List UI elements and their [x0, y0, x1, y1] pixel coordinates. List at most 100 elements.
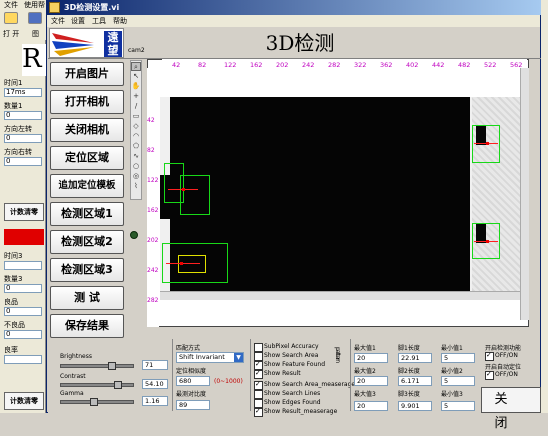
- menu-settings[interactable]: 设置: [71, 16, 85, 26]
- crosshair-icon[interactable]: +: [131, 92, 141, 101]
- x-ruler-tick: 362: [380, 61, 392, 68]
- y-ruler-tick: 202: [147, 237, 159, 244]
- x-ruler-tick: 282: [328, 61, 340, 68]
- chevron-down-icon[interactable]: ▼: [234, 353, 243, 362]
- yield-value: [4, 355, 42, 364]
- detect-region2-button[interactable]: 检测区域2: [50, 230, 124, 254]
- gamma-field[interactable]: 1.16: [142, 396, 168, 406]
- company-logo: 遠望: [49, 28, 124, 58]
- y-ruler-tick: 122: [147, 177, 159, 184]
- rect-icon[interactable]: ▭: [131, 112, 141, 121]
- open-image-button[interactable]: 开启图片: [50, 62, 124, 86]
- background-right-edge: [541, 8, 548, 413]
- camera-image[interactable]: [160, 97, 520, 295]
- bg-menu-file[interactable]: 文件: [4, 0, 18, 10]
- gamma-knob[interactable]: [90, 398, 98, 406]
- rotated-rect-icon[interactable]: ◇: [131, 122, 141, 131]
- reset-count-button[interactable]: 计数清零: [4, 203, 44, 221]
- broken-line-icon[interactable]: ⌇: [131, 182, 141, 191]
- close-camera-button[interactable]: 关闭相机: [50, 118, 124, 142]
- show-result-measure-checkbox[interactable]: Show Result_measerage: [254, 407, 337, 417]
- freehand-icon[interactable]: ∿: [131, 152, 141, 161]
- x-ruler-tick: 162: [250, 61, 262, 68]
- max1-field[interactable]: 20: [354, 353, 388, 363]
- polygon-icon[interactable]: ⬠: [131, 142, 141, 151]
- dialog-title-bar[interactable]: 3D检测设置.vi: [46, 0, 541, 15]
- x-ruler-tick: 402: [406, 61, 418, 68]
- image-hscrollbar[interactable]: [160, 291, 520, 300]
- min1-field[interactable]: 5: [441, 353, 475, 363]
- panel-divider-2: [250, 339, 251, 411]
- brightness-knob[interactable]: [108, 362, 116, 370]
- oval-icon[interactable]: ○: [131, 162, 141, 171]
- save-result-button[interactable]: 保存结果: [50, 314, 124, 338]
- brightness-label: Brightness: [60, 353, 92, 360]
- show-edges-found-checkbox[interactable]: Show Edges Found: [254, 399, 321, 408]
- brightness-field[interactable]: 71: [142, 360, 168, 370]
- x-ruler-tick: 82: [198, 61, 206, 68]
- vi-icon: [49, 2, 60, 13]
- contrast-field[interactable]: 54.10: [142, 379, 168, 389]
- x-ruler-tick: 122: [224, 61, 236, 68]
- status-led: [130, 231, 138, 239]
- open-icon[interactable]: [4, 12, 18, 24]
- min2-label: 最小值2: [441, 368, 463, 375]
- count3-label: 数量3: [4, 275, 23, 283]
- show-feature-found-checkbox[interactable]: Show Feature Found: [254, 360, 325, 370]
- max1-label: 最大值1: [354, 345, 376, 352]
- min-contrast-field[interactable]: 89: [176, 400, 210, 410]
- zoom-icon[interactable]: ⌕: [131, 62, 141, 71]
- image-vscrollbar[interactable]: [520, 68, 529, 320]
- min2-field[interactable]: 5: [441, 376, 475, 386]
- open-camera-button[interactable]: 打开相机: [50, 90, 124, 114]
- bg-menu-help[interactable]: 使用帮: [24, 0, 45, 10]
- roi-measure-line-3: [166, 263, 200, 264]
- add-locate-template-button[interactable]: 追加定位模板: [50, 174, 124, 198]
- menu-file[interactable]: 文件: [51, 16, 65, 26]
- contrast-knob[interactable]: [114, 381, 122, 389]
- max2-field[interactable]: 20: [354, 376, 388, 386]
- y-ruler-tick: 82: [147, 147, 155, 154]
- time1-value: 17ms: [4, 88, 42, 97]
- max3-field[interactable]: 20: [354, 401, 388, 411]
- bg-toolbar-open[interactable]: 打 开: [3, 29, 19, 39]
- reset-count-button-2[interactable]: 计数清零: [4, 392, 44, 410]
- pan-icon[interactable]: ✋: [131, 82, 141, 91]
- roi-locate-inner[interactable]: [180, 175, 210, 215]
- contrast-slider[interactable]: [60, 383, 134, 387]
- tool-palette: ⌕ ↖ ✋ + / ▭ ◇ ◠ ⬠ ∿ ○ ◎ ⌇: [130, 60, 142, 200]
- close-button[interactable]: 关闭: [481, 387, 541, 431]
- detect-switch[interactable]: OFF/ON: [485, 351, 518, 361]
- match-method-select[interactable]: Shift Invariant ▼: [176, 352, 244, 363]
- show-search-area-measure-checkbox[interactable]: Show Search Area_measerage: [254, 380, 355, 390]
- locate-region-button[interactable]: 定位区域: [50, 146, 124, 170]
- show-result-checkbox[interactable]: Show Result: [254, 369, 301, 379]
- brightness-slider[interactable]: [60, 364, 134, 368]
- annulus-icon[interactable]: ◠: [131, 132, 141, 141]
- y-ruler-tick: 242: [147, 267, 159, 274]
- pin1-length-label: 脚1长度: [398, 345, 420, 352]
- x-ruler-tick: 322: [354, 61, 366, 68]
- show-search-area-checkbox[interactable]: Show Search Area: [254, 352, 318, 361]
- x-ruler-svg: 42 82 122 162 202 242 282 322 362 402 442 482 522 562: [172, 61, 522, 69]
- menu-tools[interactable]: 工具: [92, 16, 106, 26]
- subpixel-checkbox[interactable]: SubPixel Accuracy: [254, 343, 319, 352]
- detect-region3-button[interactable]: 检测区域3: [50, 258, 124, 282]
- min3-field[interactable]: 5: [441, 401, 475, 411]
- test-button[interactable]: 测 试: [50, 286, 124, 310]
- match-method-label: 匹配方式: [176, 345, 201, 352]
- similarity-field[interactable]: 680: [176, 376, 210, 386]
- ring-icon[interactable]: ◎: [131, 172, 141, 181]
- show-search-lines-checkbox[interactable]: Show Search Lines: [254, 390, 320, 399]
- bg-toolbar-image[interactable]: 图: [32, 29, 39, 39]
- autolocate-switch[interactable]: OFF/ON: [485, 370, 518, 380]
- roi-point-r1: [486, 142, 489, 145]
- pointer-icon[interactable]: ↖: [131, 72, 141, 81]
- menu-help[interactable]: 帮助: [113, 16, 127, 26]
- image-icon[interactable]: [28, 12, 42, 24]
- detect-region1-button[interactable]: 检测区域1: [50, 202, 124, 226]
- line-icon[interactable]: /: [131, 102, 141, 111]
- x-ruler-tick: 202: [276, 61, 288, 68]
- x-ruler-tick: 482: [458, 61, 470, 68]
- pin2-length-label: 脚2长度: [398, 368, 420, 375]
